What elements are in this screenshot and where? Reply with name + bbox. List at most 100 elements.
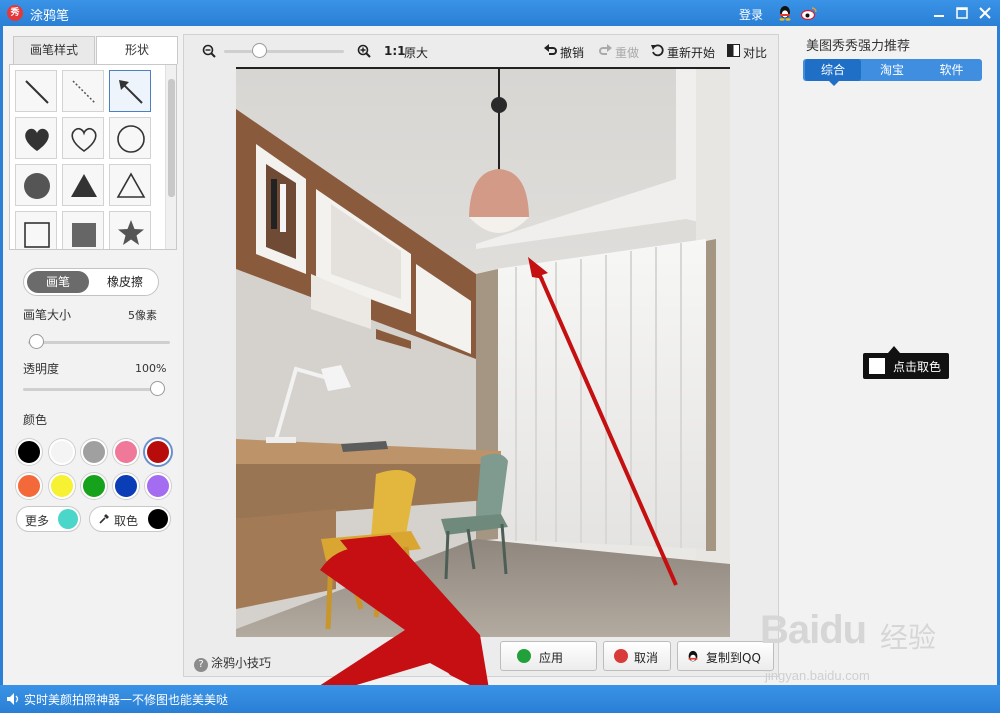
cancel-button[interactable]: 取消 <box>603 641 671 671</box>
brush-size-track[interactable] <box>28 341 170 344</box>
apply-label: 应用 <box>539 651 564 665</box>
redo-icon <box>599 44 612 55</box>
opacity-value: 100% <box>135 362 167 375</box>
tooltip-text: 点击取色 <box>893 360 942 374</box>
shape-filled-circle[interactable] <box>15 164 57 206</box>
shape-outline-heart[interactable] <box>62 117 104 159</box>
status-text[interactable]: 实时美颜拍照神器一不修图也能美美哒 <box>24 691 228 708</box>
brush-size-slider[interactable] <box>29 334 44 349</box>
app-logo-icon: 秀 <box>7 5 23 21</box>
cancel-label: 取消 <box>634 651 659 665</box>
color-swatch-purple[interactable] <box>145 473 171 499</box>
zoom-in-icon[interactable] <box>357 44 371 58</box>
color-swatch-white[interactable] <box>49 439 75 465</box>
tab-brush-style[interactable]: 画笔样式 <box>13 36 95 65</box>
maximize-icon[interactable] <box>952 3 972 23</box>
line-icon <box>25 80 49 104</box>
baidu-watermark: Baidu 经验 jingyan.baidu.com <box>760 600 985 685</box>
watermark-cn: 经验 <box>880 621 937 654</box>
shape-filled-triangle[interactable] <box>62 164 104 206</box>
style-tabs: 画笔样式 形状 <box>13 36 178 65</box>
shape-dashed-line[interactable] <box>62 70 104 112</box>
color-swatch-black[interactable] <box>16 439 42 465</box>
watermark-logo: Baidu <box>760 608 867 652</box>
qq-icon[interactable] <box>777 5 793 21</box>
color-picker-label: 取色 <box>114 514 139 528</box>
cancel-icon <box>614 649 628 663</box>
outline-square-icon <box>24 222 50 248</box>
color-swatch-red[interactable] <box>145 439 171 465</box>
close-icon[interactable] <box>975 3 995 23</box>
filled-star-icon <box>118 220 144 245</box>
more-colors-label: 更多 <box>25 514 50 528</box>
eyedropper-icon <box>99 514 109 524</box>
outline-heart-icon <box>71 127 97 152</box>
help-icon: ? <box>194 658 208 672</box>
title-bar: 秀 涂鸦笔 登录 <box>0 0 1000 26</box>
opacity-slider[interactable] <box>150 381 165 396</box>
shape-filled-heart[interactable] <box>15 117 57 159</box>
shape-line[interactable] <box>15 70 57 112</box>
restart-button[interactable]: 重新开始 <box>667 44 715 61</box>
tab-shape[interactable]: 形状 <box>96 36 178 65</box>
help-link[interactable]: ? 涂鸦小技巧 <box>194 654 271 672</box>
scroll-thumb[interactable] <box>168 79 175 197</box>
compare-button[interactable]: 对比 <box>743 44 767 61</box>
color-swatch-yellow[interactable] <box>49 473 75 499</box>
tab-taobao[interactable]: 淘宝 <box>863 59 921 81</box>
red-pointer-arrow <box>290 535 490 705</box>
outline-triangle-icon <box>116 172 146 198</box>
color-swatch-orange[interactable] <box>16 473 42 499</box>
color-picker-button[interactable]: 取色 <box>89 506 171 532</box>
undo-button[interactable]: 撤销 <box>560 44 584 61</box>
status-bar: 实时美颜拍照神器一不修图也能美美哒 <box>0 685 1000 713</box>
tab-general[interactable]: 综合 <box>805 59 861 81</box>
filled-circle-icon <box>24 173 50 199</box>
weibo-icon[interactable] <box>801 5 818 21</box>
main-frame: 画笔样式 形状 画笔 橡皮擦 画笔大小 5像素 透明度 100% 颜色 更多 取… <box>3 26 997 705</box>
help-text: 涂鸦小技巧 <box>211 656 272 670</box>
brush-mode-button[interactable]: 画笔 <box>27 271 89 293</box>
original-size-button[interactable]: 原大 <box>404 44 428 61</box>
redo-button[interactable]: 重做 <box>615 44 639 61</box>
shape-outline-circle[interactable] <box>109 117 151 159</box>
zoom-out-icon[interactable] <box>202 44 216 58</box>
compare-icon <box>727 44 740 57</box>
brush-size-value: 5像素 <box>128 309 157 322</box>
recommend-title: 美图秀秀强力推荐 <box>806 39 911 54</box>
outline-circle-icon <box>117 125 145 153</box>
dashed-line-icon <box>72 80 96 104</box>
zoom-ratio[interactable]: 1:1 <box>384 44 406 58</box>
filled-heart-icon <box>25 128 49 151</box>
zoom-track[interactable] <box>224 50 344 53</box>
restart-icon <box>651 44 664 57</box>
shape-filled-star[interactable] <box>109 211 151 249</box>
zoom-slider[interactable] <box>252 43 267 58</box>
more-colors-button[interactable]: 更多 <box>16 506 81 532</box>
color-pick-tooltip: 点击取色 <box>863 353 949 379</box>
shape-outline-square[interactable] <box>15 211 57 249</box>
tab-software[interactable]: 软件 <box>923 59 980 81</box>
shape-outline-triangle[interactable] <box>109 164 151 206</box>
window-title: 涂鸦笔 <box>30 9 70 24</box>
shape-scrollbar[interactable] <box>165 65 176 249</box>
tooltip-notch <box>888 346 900 353</box>
color-swatch-green[interactable] <box>81 473 107 499</box>
apply-button[interactable]: 应用 <box>500 641 597 671</box>
arrow-icon <box>119 80 143 104</box>
mode-switch: 画笔 橡皮擦 <box>23 268 159 296</box>
speaker-icon[interactable] <box>6 692 20 706</box>
color-swatch-pink[interactable] <box>113 439 139 465</box>
color-swatch-gray[interactable] <box>81 439 107 465</box>
check-icon <box>517 649 531 663</box>
color-label: 颜色 <box>23 413 48 427</box>
color-swatch-blue[interactable] <box>113 473 139 499</box>
minimize-icon[interactable] <box>929 3 949 23</box>
shape-arrow[interactable] <box>109 70 151 112</box>
login-link[interactable]: 登录 <box>739 6 763 23</box>
eraser-mode-button[interactable]: 橡皮擦 <box>94 271 156 293</box>
shape-filled-square[interactable] <box>62 211 104 249</box>
opacity-label: 透明度 <box>23 362 60 376</box>
opacity-track[interactable] <box>23 388 165 391</box>
shape-panel <box>9 64 177 250</box>
